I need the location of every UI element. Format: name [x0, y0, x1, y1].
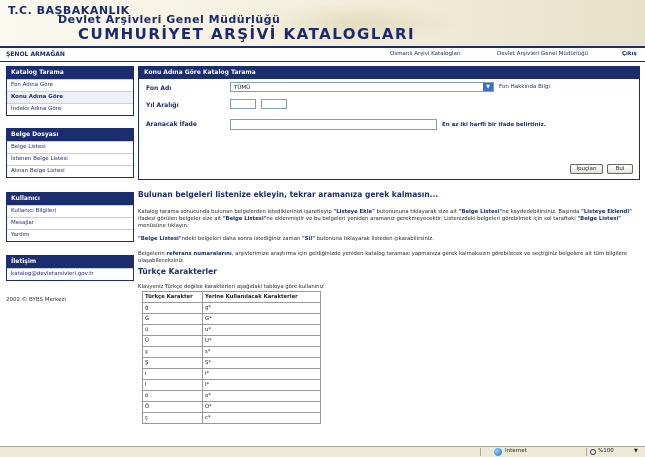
find-button[interactable]: Bul — [607, 164, 633, 174]
turkish-chars-title: Türkçe Karakterler — [138, 267, 217, 276]
replacement-cell: s* — [202, 346, 321, 358]
user-name: ŞENOL ARMAĞAN — [6, 51, 65, 58]
top-nav-bar: ŞENOL ARMAĞAN Osmanlı Arşivi Katalogları… — [0, 48, 645, 62]
security-zone-label: Internet — [505, 448, 527, 454]
replacement-cell: g* — [202, 302, 321, 314]
turkish-char-cell: Ş — [142, 357, 203, 369]
replacement-cell: c* — [202, 412, 321, 424]
table-row: ğ g* — [142, 302, 321, 314]
site-header: T.C. BAŞBAKANLIK Devlet Arşivleri Genel … — [0, 0, 645, 48]
replacement-cell: S* — [202, 357, 321, 369]
internet-globe-icon — [494, 448, 502, 456]
sidebar-item-document-list[interactable]: Belge Listesi — [7, 141, 133, 153]
turkish-char-cell: ş — [142, 346, 203, 358]
turkish-char-cell: ü — [142, 324, 203, 336]
sidebar-section-document-file: Belge Dosyası Belge Listesi İstenen Belg… — [6, 128, 134, 178]
column-header: Türkçe Karakter — [142, 291, 203, 303]
directorate-link[interactable]: Devlet Arşivleri Genel Müdürlüğü — [497, 51, 588, 57]
search-form: Konu Adına Göre Katalog Tarama Fon Adı T… — [138, 66, 640, 180]
browser-page: T.C. BAŞBAKANLIK Devlet Arşivleri Genel … — [0, 0, 645, 446]
sidebar-section-user: Kullanıcı Kullanıcı Bilgileri Mesajlar Y… — [6, 192, 134, 242]
table-header-row: Türkçe Karakter Yerine Kullanılacak Kara… — [142, 291, 321, 303]
table-row: ç c* — [142, 412, 321, 424]
sidebar-section-title: Belge Dosyası — [7, 129, 133, 141]
sidebar-section-title: İletişim — [7, 256, 133, 268]
info-paragraph-3: Belgelerin referans numaralarını, arşivl… — [138, 251, 628, 264]
sidebar-section-contact: İletişim katalog@devletarsivleri.gov.tr — [6, 255, 134, 281]
year-start-input[interactable] — [230, 99, 256, 109]
turkish-char-cell: ö — [142, 390, 203, 402]
zoom-icon[interactable] — [590, 449, 596, 455]
query-hint: En az iki harfli bir ifade belirtiniz. — [442, 122, 546, 128]
replacement-cell: G* — [202, 313, 321, 325]
table-row: Ö O* — [142, 401, 321, 413]
sidebar-item-user-info[interactable]: Kullanıcı Bilgileri — [7, 205, 133, 217]
sidebar-section-title: Katalog Tarama — [7, 67, 133, 79]
chevron-down-icon[interactable]: ▼ — [634, 448, 638, 454]
turkish-char-cell: Ö — [142, 401, 203, 413]
turkish-char-cell: İ — [142, 379, 203, 391]
turkish-char-cell: ı — [142, 368, 203, 380]
table-row: ö o* — [142, 390, 321, 402]
query-label: Aranacak İfade — [146, 121, 197, 128]
replacement-cell: O* — [202, 401, 321, 413]
replacement-cell: I* — [202, 379, 321, 391]
turkish-chars-intro: Klavyeniz Türkçe değilse karakterleri aş… — [138, 284, 324, 290]
year-end-input[interactable] — [261, 99, 287, 109]
replacement-cell: i* — [202, 368, 321, 380]
table-row: ı i* — [142, 368, 321, 380]
turkish-char-cell: Ü — [142, 335, 203, 347]
replacement-cell: u* — [202, 324, 321, 336]
contact-email-link[interactable]: katalog@devletarsivleri.gov.tr — [7, 268, 133, 280]
table-row: Ğ G* — [142, 313, 321, 325]
fon-select[interactable]: TÜMÜ ▼ — [230, 82, 494, 92]
content-title: Bulunan belgeleri listenize ekleyin, tek… — [138, 190, 439, 199]
table-row: Ü U* — [142, 335, 321, 347]
column-header: Yerine Kullanılacak Karakterler — [202, 291, 321, 303]
info-paragraph-1: Katalog tarama sonucunda bulunan belgele… — [138, 209, 632, 229]
sidebar-item-by-index[interactable]: İndeks Adına Göre — [7, 103, 133, 115]
osmanli-archive-link[interactable]: Osmanlı Arşivi Katalogları — [390, 51, 461, 57]
browser-status-bar: Internet %100 ▼ — [0, 446, 645, 457]
zoom-level[interactable]: %100 — [598, 448, 614, 454]
fon-label: Fon Adı — [146, 85, 172, 92]
hints-button[interactable]: İpuçları — [570, 164, 603, 174]
fon-info-link[interactable]: Fon Hakkında Bilgi — [499, 84, 550, 90]
turkish-char-cell: Ğ — [142, 313, 203, 325]
status-divider — [586, 448, 587, 456]
replacement-cell: U* — [202, 335, 321, 347]
sidebar-item-received-list[interactable]: Alınan Belge Listesi — [7, 165, 133, 177]
table-row: ü u* — [142, 324, 321, 336]
table-row: ş s* — [142, 346, 321, 358]
sidebar-item-by-fond[interactable]: Fon Adına Göre — [7, 79, 133, 91]
replacement-cell: o* — [202, 390, 321, 402]
year-range-label: Yıl Aralığı — [146, 102, 179, 109]
header-line-3: CUMHURİYET ARŞİVİ KATALOGLARI — [78, 25, 416, 43]
query-input[interactable] — [230, 119, 437, 130]
logout-link[interactable]: Çıkış — [622, 51, 637, 57]
sidebar-item-requested-list[interactable]: İstenen Belge Listesi — [7, 153, 133, 165]
info-paragraph-2: "Belge Listesi"ndeki belgeleri daha sonr… — [138, 236, 434, 242]
chevron-down-icon[interactable]: ▼ — [483, 83, 493, 91]
copyright-text: 2002 © BYBS Merkezi — [6, 297, 66, 303]
status-divider — [480, 448, 481, 456]
table-row: Ş S* — [142, 357, 321, 369]
turkish-chars-table: Türkçe Karakter Yerine Kullanılacak Kara… — [142, 291, 321, 424]
sidebar-section-catalog-search: Katalog Tarama Fon Adına Göre Konu Adına… — [6, 66, 134, 116]
sidebar-section-title: Kullanıcı — [7, 193, 133, 205]
turkish-char-cell: ç — [142, 412, 203, 424]
turkish-char-cell: ğ — [142, 302, 203, 314]
fon-select-value: TÜMÜ — [234, 85, 251, 91]
sidebar-item-by-subject[interactable]: Konu Adına Göre — [7, 91, 133, 103]
sidebar-item-messages[interactable]: Mesajlar — [7, 217, 133, 229]
sidebar-item-help[interactable]: Yardım — [7, 229, 133, 241]
form-title: Konu Adına Göre Katalog Tarama — [139, 67, 639, 79]
table-row: İ I* — [142, 379, 321, 391]
